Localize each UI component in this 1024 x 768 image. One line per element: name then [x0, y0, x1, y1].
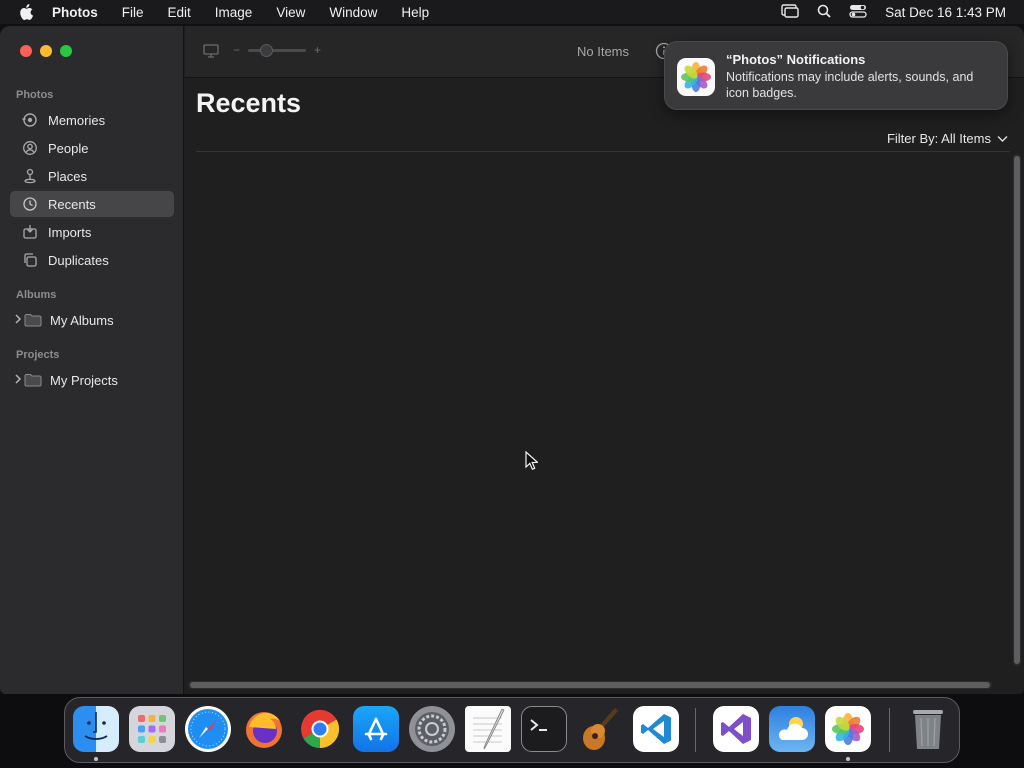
menu-image[interactable]: Image: [215, 5, 265, 20]
sidebar-item-duplicates[interactable]: Duplicates: [10, 247, 174, 273]
photos-window: Photos Memories People Places Recents Im…: [0, 26, 1024, 694]
spotlight-search-icon[interactable]: [817, 4, 831, 21]
minimize-window-button[interactable]: [40, 45, 52, 57]
dock-system-settings-icon[interactable]: [409, 706, 455, 752]
sidebar: Photos Memories People Places Recents Im…: [0, 26, 184, 694]
chevron-down-icon: [997, 131, 1008, 146]
sidebar-section-albums: Albums: [16, 289, 57, 301]
clock-icon: [22, 196, 48, 212]
dock-textedit-icon[interactable]: [465, 706, 511, 752]
dock-photos-icon[interactable]: [825, 706, 871, 752]
notification-body: Notifications may include alerts, sounds…: [726, 70, 974, 100]
menu-help[interactable]: Help: [401, 5, 441, 20]
sidebar-item-label: People: [48, 140, 89, 156]
apple-menu-icon[interactable]: [0, 4, 52, 20]
dock-visual-studio-icon[interactable]: [713, 706, 759, 752]
dock-terminal-icon[interactable]: [521, 706, 567, 752]
places-icon: [22, 168, 48, 184]
sidebar-section-projects: Projects: [16, 349, 60, 361]
page-title: Recents: [196, 88, 302, 118]
sidebar-item-label: My Projects: [50, 372, 118, 388]
menu-view[interactable]: View: [276, 5, 317, 20]
sidebar-section-photos: Photos: [16, 89, 54, 101]
sidebar-item-people[interactable]: People: [10, 135, 174, 161]
memories-icon: [22, 112, 48, 128]
menu-app-name[interactable]: Photos: [52, 5, 110, 20]
sidebar-item-label: Recents: [48, 196, 96, 212]
dock-chrome-icon[interactable]: [297, 706, 343, 752]
zoom-slider[interactable]: − +: [233, 43, 321, 57]
dock-app-store-icon[interactable]: [353, 706, 399, 752]
duplicates-icon: [22, 252, 48, 268]
dock-launchpad-icon[interactable]: [129, 706, 175, 752]
sidebar-item-label: Duplicates: [48, 252, 109, 268]
zoom-slider-knob[interactable]: [260, 43, 274, 57]
filter-dropdown[interactable]: Filter By: All Items: [887, 131, 1008, 146]
disclosure-chevron-icon[interactable]: [14, 313, 22, 327]
dock-firefox-icon[interactable]: [241, 706, 287, 752]
menubar-clock[interactable]: Sat Dec 16 1:43 PM: [885, 5, 1006, 20]
people-icon: [22, 140, 48, 156]
dock-separator: [695, 708, 696, 752]
zoom-out-icon[interactable]: −: [233, 43, 240, 57]
sidebar-item-label: Imports: [48, 224, 92, 240]
slideshow-icon[interactable]: [202, 42, 220, 63]
folder-icon: [24, 313, 50, 327]
vertical-scrollbar-thumb[interactable]: [1014, 156, 1020, 664]
sidebar-item-label: Places: [48, 168, 88, 184]
menu-file[interactable]: File: [122, 5, 156, 20]
folder-icon: [24, 373, 50, 387]
control-center-icon[interactable]: [849, 4, 867, 21]
photos-app-icon: [677, 58, 715, 96]
sidebar-item-imports[interactable]: Imports: [10, 219, 174, 245]
dock-running-indicator: [94, 757, 98, 761]
main-content: − + No Items Recents Filter By: All Item…: [185, 26, 1024, 694]
menu-edit[interactable]: Edit: [168, 5, 203, 20]
zoom-in-icon[interactable]: +: [314, 43, 321, 57]
notification-banner[interactable]: “Photos” Notifications Notifications may…: [664, 41, 1008, 110]
sidebar-item-memories[interactable]: Memories: [10, 107, 174, 133]
sidebar-item-my-albums[interactable]: My Albums: [10, 307, 174, 333]
zoom-slider-track[interactable]: [248, 43, 307, 57]
dock-weather-icon[interactable]: [769, 706, 815, 752]
item-count-label: No Items: [577, 44, 630, 59]
disclosure-chevron-icon[interactable]: [14, 373, 22, 387]
window-controls: [20, 45, 72, 57]
horizontal-scrollbar-thumb[interactable]: [190, 682, 990, 688]
screen-mirroring-icon[interactable]: [781, 3, 799, 21]
filter-label: Filter By: All Items: [886, 131, 991, 146]
zoom-window-button[interactable]: [60, 45, 72, 57]
imports-icon: [22, 224, 48, 240]
dock-running-indicator: [846, 757, 850, 761]
dock-trash-icon[interactable]: [905, 706, 951, 752]
dock-separator: [889, 708, 890, 752]
dock-safari-icon[interactable]: [185, 706, 231, 752]
horizontal-scrollbar[interactable]: [188, 681, 992, 689]
notification-title: “Photos” Notifications: [726, 52, 866, 67]
dock-vscode-icon[interactable]: [633, 706, 679, 752]
sidebar-item-recents[interactable]: Recents: [10, 191, 174, 217]
sidebar-item-label: Memories: [48, 112, 106, 128]
dock-finder-icon[interactable]: [73, 706, 119, 752]
menu-bar: Photos File Edit Image View Window Help …: [0, 0, 1024, 24]
sidebar-item-places[interactable]: Places: [10, 163, 174, 189]
sidebar-item-label: My Albums: [50, 312, 114, 328]
mouse-pointer-icon: [525, 450, 539, 475]
sidebar-item-my-projects[interactable]: My Projects: [10, 367, 174, 393]
content-divider: [196, 151, 1010, 152]
menu-window[interactable]: Window: [329, 5, 389, 20]
vertical-scrollbar[interactable]: [1013, 154, 1021, 666]
dock-garageband-icon[interactable]: [577, 706, 623, 752]
close-window-button[interactable]: [20, 45, 32, 57]
dock: [64, 697, 960, 763]
